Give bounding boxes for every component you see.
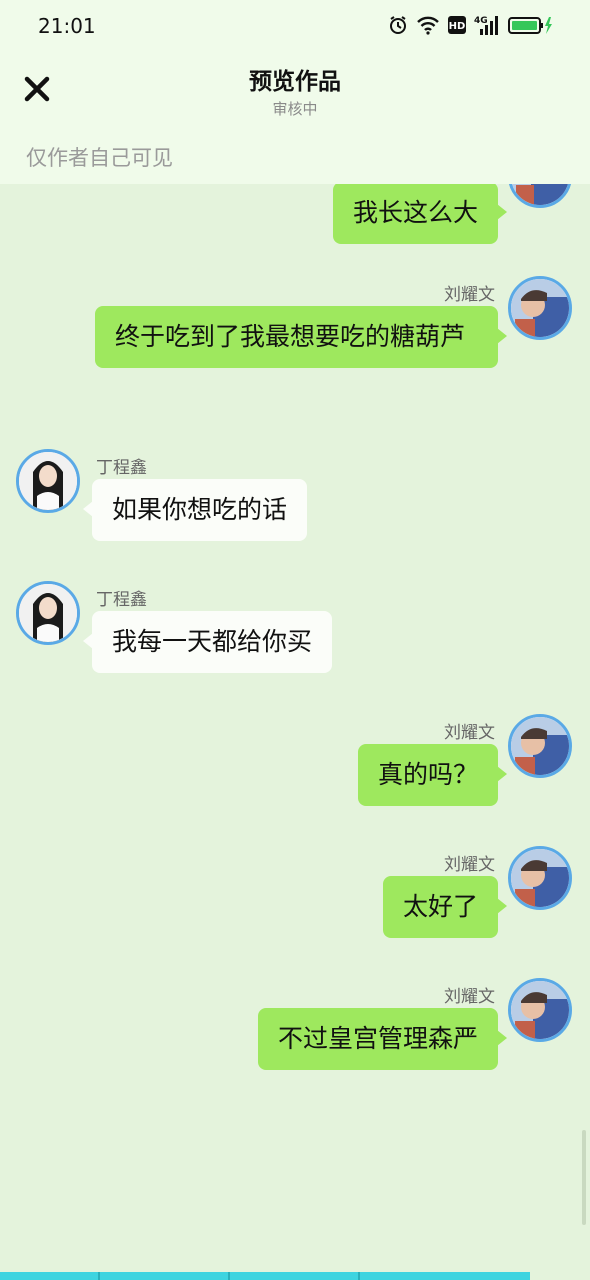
avatar-liu-yaowen[interactable] (508, 846, 572, 910)
sender-name: 刘耀文 (444, 855, 495, 875)
sender-name: 丁程鑫 (96, 458, 147, 478)
sender-name: 刘耀文 (444, 285, 495, 305)
status-time: 21:01 (38, 14, 96, 38)
strip-divider (228, 1272, 230, 1280)
header-bar: 21:01 HD 4G 预览作品 审核中 仅作者自己可见 (0, 0, 590, 184)
alarm-icon (388, 15, 408, 39)
avatar-liu-yaowen[interactable] (508, 184, 572, 208)
chat-list[interactable]: 我长这么大 刘耀文 终于吃到了我最想要吃的糖葫芦 丁程鑫 如果你想吃的话 丁程鑫… (0, 184, 590, 1272)
status-bar: 21:01 HD 4G (0, 0, 590, 52)
hd-label: HD (449, 21, 466, 32)
message-bubble[interactable]: 如果你想吃的话 (82, 479, 308, 541)
message-bubble[interactable]: 不过皇宫管理森严 (257, 1008, 508, 1070)
message-bubble[interactable]: 我长这么大 (332, 184, 508, 244)
4g-signal-icon: 4G (474, 14, 500, 40)
sender-name: 刘耀文 (444, 723, 495, 743)
avatar-ding-chengxin[interactable] (16, 449, 80, 513)
message-bubble[interactable]: 终于吃到了我最想要吃的糖葫芦 (95, 306, 507, 368)
message-bubble[interactable]: 太好了 (382, 876, 508, 938)
visibility-note: 仅作者自己可见 (26, 146, 173, 170)
strip-divider (358, 1272, 360, 1280)
avatar-liu-yaowen[interactable] (508, 276, 572, 340)
review-status: 审核中 (272, 100, 318, 118)
sender-name: 刘耀文 (444, 987, 495, 1007)
battery-charging-icon (508, 15, 554, 39)
network-label: 4G (474, 16, 488, 26)
message-bubble[interactable]: 我每一天都给你买 (82, 611, 333, 673)
avatar-liu-yaowen[interactable] (508, 978, 572, 1042)
status-icons: HD 4G (388, 16, 554, 38)
bottom-progress-strip (0, 1272, 590, 1280)
avatar-liu-yaowen[interactable] (508, 714, 572, 778)
strip-end (530, 1272, 590, 1280)
page-title: 预览作品 (249, 69, 341, 95)
wifi-icon (416, 15, 440, 39)
strip-divider (98, 1272, 100, 1280)
hd-icon: HD (448, 16, 466, 38)
sender-name: 丁程鑫 (96, 590, 147, 610)
message-bubble[interactable]: 真的吗？ (357, 744, 508, 806)
avatar-ding-chengxin[interactable] (16, 581, 80, 645)
scrollbar[interactable] (582, 1130, 586, 1225)
